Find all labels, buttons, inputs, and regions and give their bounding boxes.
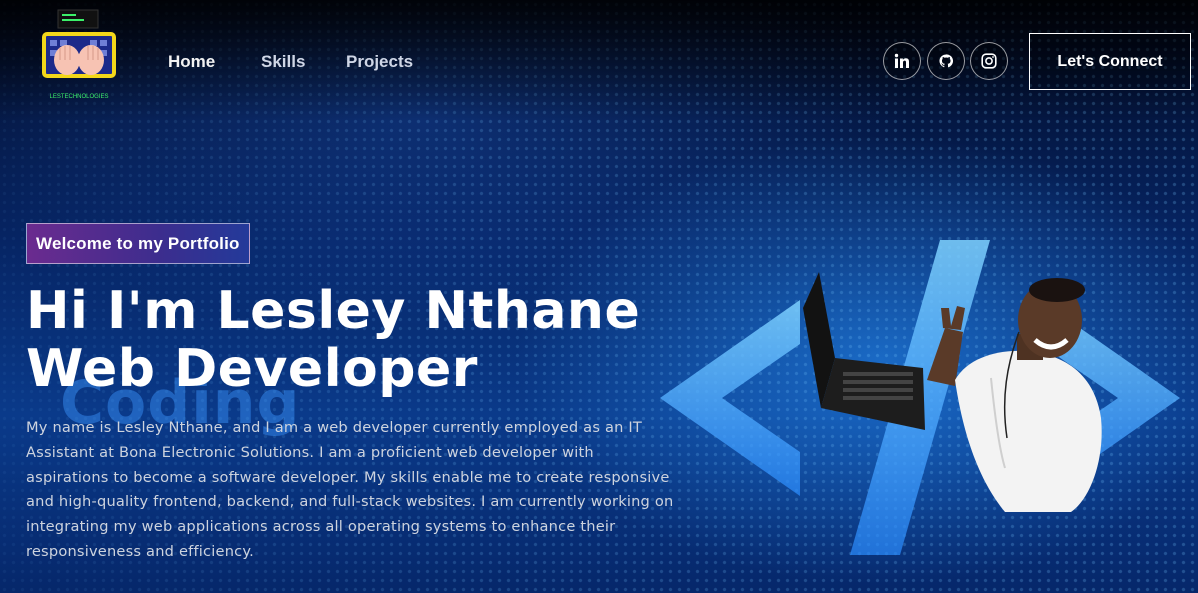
hero-description: My name is Lesley Nthane, and I am a web… <box>26 419 674 560</box>
nav-projects-link[interactable]: Projects <box>346 52 413 72</box>
welcome-tagline: Welcome to my Portfolio <box>26 223 250 264</box>
hero-title: Hi I'm Lesley Nthane Web Developer <box>26 282 640 398</box>
lets-connect-button[interactable]: Let's Connect <box>1029 33 1191 90</box>
developer-portrait-image <box>803 272 1102 512</box>
linkedin-icon <box>894 53 909 68</box>
nav-skills-link[interactable]: Skills <box>261 52 305 72</box>
logo-caption: LESTECHNOLOGIES <box>49 94 108 100</box>
instagram-icon <box>981 53 997 69</box>
hero-title-line2: Web Developer <box>26 339 478 399</box>
instagram-button[interactable] <box>970 42 1008 80</box>
github-button[interactable] <box>927 42 965 80</box>
hero-title-line1: Hi I'm Lesley Nthane <box>26 281 641 341</box>
linkedin-button[interactable] <box>883 42 921 80</box>
github-icon <box>939 54 953 68</box>
nav-home-link[interactable]: Home <box>168 52 215 72</box>
keyboard-logo[interactable]: LESTECHNOLOGIES <box>40 8 118 102</box>
